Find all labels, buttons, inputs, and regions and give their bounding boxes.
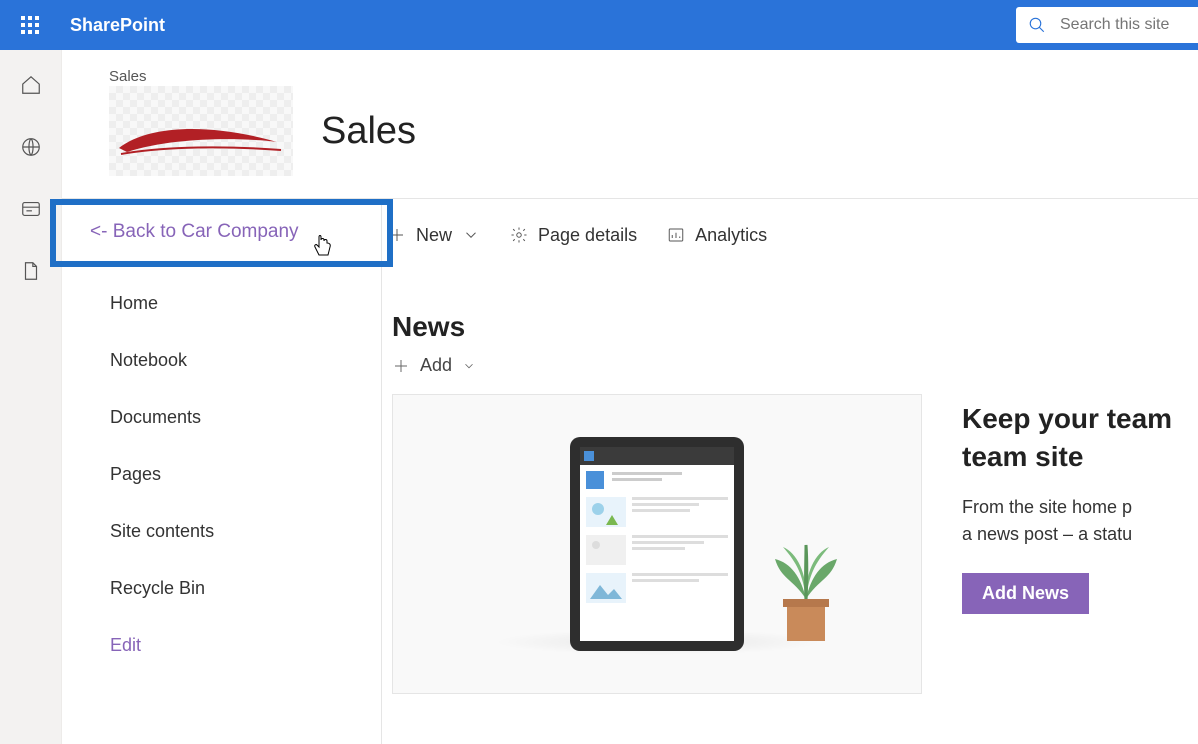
cursor-hand-icon — [310, 233, 334, 261]
file-icon[interactable] — [20, 260, 42, 282]
site-column: Sales Sales <- Back to Car Company — [62, 50, 1198, 744]
app-launcher-icon[interactable] — [10, 5, 50, 45]
news-row: Keep your team team site From the site h… — [392, 394, 1198, 694]
top-bar: SharePoint — [0, 0, 1198, 50]
analytics-button[interactable]: Analytics — [667, 225, 767, 246]
brand-label[interactable]: SharePoint — [70, 15, 165, 36]
car-swoosh-icon — [117, 128, 285, 158]
back-to-parent-link[interactable]: <- Back to Car Company — [50, 199, 393, 267]
breadcrumb[interactable]: Sales — [109, 68, 1168, 85]
main-content: New Page details Analytics News — [382, 199, 1198, 744]
search-icon — [1028, 16, 1046, 34]
plant-illustration — [763, 539, 849, 649]
search-box[interactable] — [1016, 7, 1198, 43]
shell: Sales Sales <- Back to Car Company — [0, 50, 1198, 744]
chevron-down-icon — [462, 359, 476, 373]
gear-icon — [510, 226, 528, 244]
analytics-label: Analytics — [695, 225, 767, 246]
side-nav: <- Back to Car Company Home Notebook Doc… — [62, 199, 382, 744]
add-news-button[interactable]: Add News — [962, 573, 1089, 614]
chevron-down-icon — [462, 226, 480, 244]
left-rail — [0, 50, 62, 744]
search-input[interactable] — [1060, 16, 1180, 34]
site-title: Sales — [321, 110, 416, 153]
page-details-button[interactable]: Page details — [510, 225, 637, 246]
news-heading: News — [392, 311, 1198, 343]
site-logo[interactable] — [109, 86, 293, 176]
nav-documents[interactable]: Documents — [110, 389, 381, 446]
tablet-illustration — [570, 437, 744, 651]
globe-icon[interactable] — [20, 136, 42, 158]
command-bar: New Page details Analytics — [388, 213, 1198, 257]
new-label: New — [416, 225, 452, 246]
new-button[interactable]: New — [388, 225, 480, 246]
plus-icon — [392, 357, 410, 375]
news-section: News Add — [392, 311, 1198, 694]
add-label: Add — [420, 355, 452, 376]
nav-notebook[interactable]: Notebook — [110, 332, 381, 389]
analytics-icon — [667, 226, 685, 244]
site-body: <- Back to Car Company Home Notebook Doc… — [62, 198, 1198, 744]
page-details-label: Page details — [538, 225, 637, 246]
nav-home[interactable]: Home — [110, 275, 381, 332]
nav-recycle-bin[interactable]: Recycle Bin — [110, 560, 381, 617]
back-link-label: <- Back to Car Company — [90, 221, 299, 242]
home-icon[interactable] — [20, 74, 42, 96]
news-illustration-card — [392, 394, 922, 694]
news-side-body: From the site home p a news post – a sta… — [962, 494, 1198, 550]
nav-edit[interactable]: Edit — [110, 617, 381, 674]
site-header: Sales Sales — [62, 50, 1198, 198]
nav-pages[interactable]: Pages — [110, 446, 381, 503]
news-icon[interactable] — [20, 198, 42, 220]
news-side-text: Keep your team team site From the site h… — [962, 394, 1198, 614]
nav-site-contents[interactable]: Site contents — [110, 503, 381, 560]
news-side-heading: Keep your team team site — [962, 400, 1198, 476]
news-add-button[interactable]: Add — [392, 355, 1198, 376]
